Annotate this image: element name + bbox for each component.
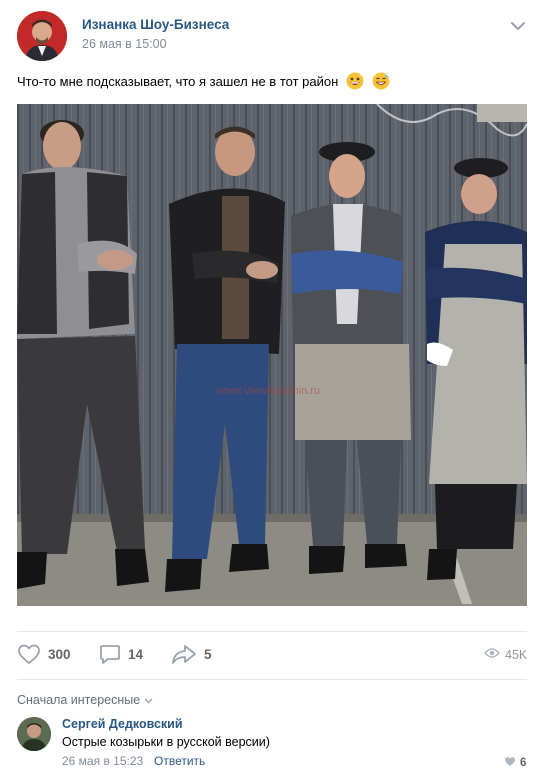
post-photo[interactable]: www.ViewNaushin.ru bbox=[17, 104, 527, 606]
like-button[interactable]: 300 bbox=[17, 641, 71, 667]
post-author[interactable]: Изнанка Шоу-Бизнеса bbox=[82, 17, 229, 32]
comment-icon bbox=[99, 643, 121, 665]
comments-sort[interactable]: Сначала интересные bbox=[17, 693, 153, 707]
views-count: 45K bbox=[505, 648, 528, 662]
community-avatar[interactable] bbox=[17, 11, 67, 61]
comment-like-button[interactable]: 6 bbox=[504, 754, 526, 772]
chevron-down-icon bbox=[144, 693, 153, 707]
comment-date[interactable]: 26 мая в 15:23 bbox=[62, 754, 143, 768]
heart-icon bbox=[504, 754, 516, 772]
post-text-content: Что-то мне подсказывает, что я зашел не … bbox=[17, 74, 339, 89]
divider bbox=[17, 631, 527, 632]
comment-like-count: 6 bbox=[520, 757, 527, 769]
eye-icon bbox=[484, 646, 500, 664]
heart-icon bbox=[17, 643, 41, 665]
comment-text: Острые козырьки в русской версии) bbox=[62, 735, 270, 749]
chevron-down-icon[interactable] bbox=[508, 19, 528, 33]
sweat-smile-emoji-icon bbox=[372, 72, 390, 90]
grinning-emoji-icon bbox=[346, 72, 364, 90]
reply-button[interactable]: Ответить bbox=[154, 754, 205, 768]
post-date[interactable]: 26 мая в 15:00 bbox=[82, 37, 167, 51]
views-counter: 45K bbox=[484, 646, 527, 664]
photo-watermark: www.ViewNaushin.ru bbox=[216, 385, 320, 397]
like-count: 300 bbox=[48, 646, 71, 662]
comment-author-avatar[interactable] bbox=[17, 717, 51, 751]
share-count: 5 bbox=[204, 646, 212, 662]
comment-button[interactable]: 14 bbox=[99, 641, 143, 667]
comment-author[interactable]: Сергей Дедковский bbox=[62, 717, 183, 731]
sort-label: Сначала интересные bbox=[17, 693, 141, 707]
divider bbox=[17, 679, 527, 680]
post-text: Что-то мне подсказывает, что я зашел не … bbox=[17, 72, 390, 90]
share-button[interactable]: 5 bbox=[171, 641, 212, 667]
comment-count: 14 bbox=[128, 646, 144, 662]
share-icon bbox=[171, 643, 197, 665]
